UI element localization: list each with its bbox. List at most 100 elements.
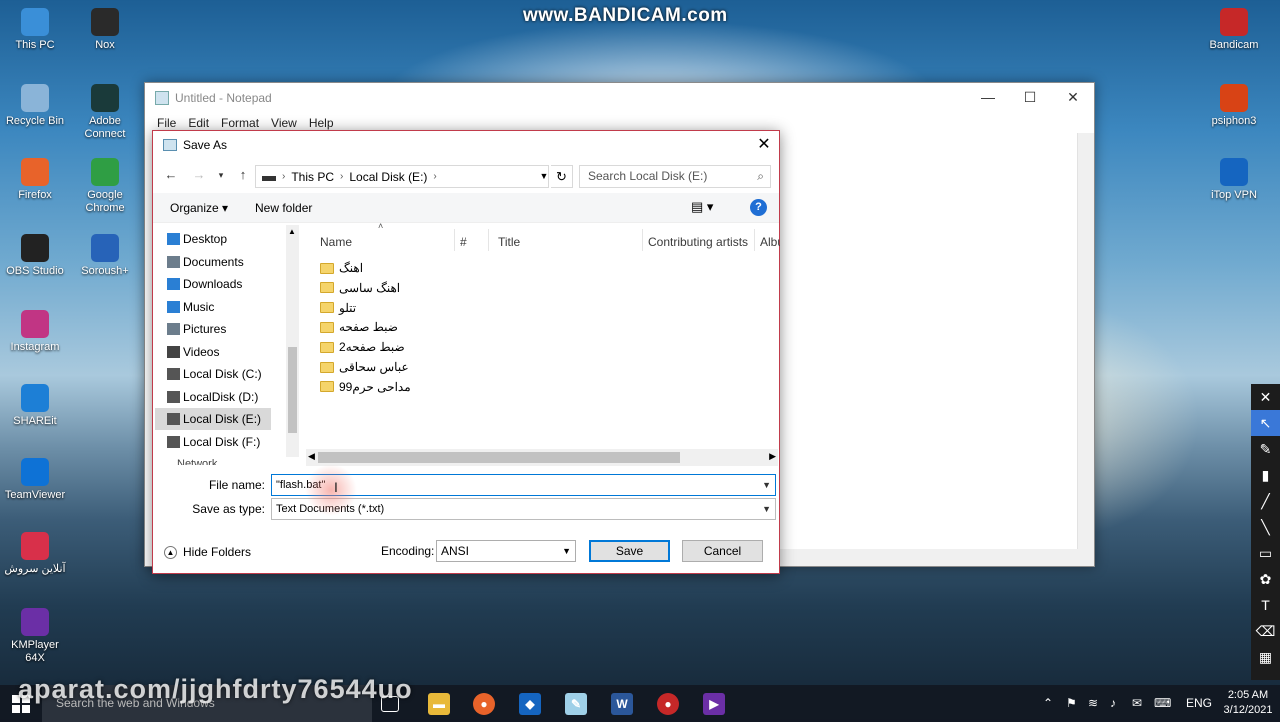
desktop-icon-11[interactable]: TeamViewer	[0, 458, 70, 502]
itop-vpn-icon[interactable]: ◆	[519, 693, 541, 715]
firefox-icon[interactable]: ●	[473, 693, 495, 715]
forward-arrow-icon[interactable]: →	[189, 167, 209, 182]
breadcrumb-this-pc[interactable]: This PC	[291, 170, 334, 184]
nav-item-7[interactable]: LocalDisk (D:)	[155, 386, 271, 408]
help-icon[interactable]: ?	[750, 199, 767, 216]
address-dropdown-icon[interactable]: ▼	[536, 165, 552, 188]
nav-scrollbar[interactable]: ▲	[286, 225, 299, 457]
desktop-icon-2[interactable]: Nox	[70, 8, 140, 52]
recent-locations-chevron-icon[interactable]: ▾	[211, 170, 231, 181]
list-item[interactable]: اهنگ ساسی	[320, 278, 400, 298]
list-item[interactable]: ضبط صفحه	[320, 317, 398, 337]
nav-item-9[interactable]: Local Disk (F:)	[155, 431, 271, 453]
chevron-down-icon[interactable]: ▼	[762, 499, 771, 519]
stamp-tool-icon[interactable]: ✿	[1251, 566, 1280, 592]
tray-overflow-chevron-icon[interactable]: ⌃	[1043, 685, 1053, 722]
language-indicator[interactable]: ENG	[1186, 685, 1212, 722]
list-item[interactable]: مداحی حرم99	[320, 377, 411, 397]
list-item[interactable]: عباس سحاقی	[320, 357, 409, 377]
column-album[interactable]: Albu	[760, 235, 780, 249]
line-tool-icon[interactable]: ╱	[1251, 488, 1280, 514]
menu-view[interactable]: View	[265, 116, 303, 130]
nav-scroll-thumb[interactable]	[288, 347, 297, 433]
desktop-icon-6[interactable]: Google Chrome	[70, 158, 140, 215]
nav-item-8[interactable]: Local Disk (E:)	[155, 408, 271, 430]
notepad-vertical-scrollbar[interactable]	[1077, 133, 1094, 549]
pointer-tool-icon[interactable]: ↖	[1251, 410, 1280, 436]
list-item[interactable]: اهنگ	[320, 258, 363, 278]
highlighter-tool-icon[interactable]: ▮	[1251, 462, 1280, 488]
back-arrow-icon[interactable]: ←	[161, 167, 181, 182]
nav-item-network-partial[interactable]: Network	[177, 459, 237, 465]
desktop-icon-9[interactable]: Instagram	[0, 310, 70, 354]
network-icon[interactable]: ⚑	[1066, 685, 1077, 722]
save-button[interactable]: Save	[589, 540, 670, 562]
message-icon[interactable]: ✉	[1132, 685, 1142, 722]
notepad-taskbar-icon[interactable]: ✎	[565, 693, 587, 715]
toolbar-close-icon[interactable]: ✕	[1251, 384, 1280, 410]
desktop-icon-13[interactable]: KMPlayer 64X	[0, 608, 70, 665]
nav-item-3[interactable]: Music	[155, 296, 271, 318]
desktop-icon-5[interactable]: Firefox	[0, 158, 70, 202]
file-explorer-icon[interactable]: ▬	[428, 693, 450, 715]
desktop-icon-10[interactable]: SHAREit	[0, 384, 70, 428]
nav-item-6[interactable]: Local Disk (C:)	[155, 363, 271, 385]
column-contributing-artists[interactable]: Contributing artists	[648, 235, 748, 249]
desktop-icon-7[interactable]: OBS Studio	[0, 234, 70, 278]
scroll-right-icon[interactable]: ▶	[769, 451, 776, 462]
desktop-icon-15[interactable]: psiphon3	[1199, 84, 1269, 128]
word-icon[interactable]: W	[611, 693, 633, 715]
list-item[interactable]: تتلو	[320, 298, 356, 318]
notepad-horizontal-scrollbar[interactable]	[780, 549, 1094, 566]
nav-item-4[interactable]: Pictures	[155, 318, 271, 340]
menu-help[interactable]: Help	[303, 116, 340, 130]
close-button[interactable]: ✕	[1050, 83, 1096, 113]
view-options-icon[interactable]: ▤ ▾	[691, 199, 713, 215]
desktop-icon-12[interactable]: آنلاین سروش	[0, 532, 70, 576]
search-input[interactable]: Search Local Disk (E:) ⌕	[579, 165, 771, 188]
menu-edit[interactable]: Edit	[182, 116, 215, 130]
column-divider[interactable]	[642, 229, 643, 251]
file-horizontal-scrollbar[interactable]: ◀ ▶	[306, 449, 778, 466]
desktop-icon-8[interactable]: Soroush+	[70, 234, 140, 278]
column-title[interactable]: Title	[498, 235, 520, 249]
file-scroll-thumb[interactable]	[318, 452, 680, 463]
refresh-icon[interactable]: ↻	[551, 165, 573, 188]
up-arrow-icon[interactable]: ↑	[233, 167, 253, 182]
desktop-icon-4[interactable]: Adobe Connect	[70, 84, 140, 141]
dialog-close-button[interactable]: ✕	[749, 131, 779, 159]
desktop-icon-3[interactable]: Recycle Bin	[0, 84, 70, 128]
column-divider[interactable]	[454, 229, 455, 251]
text-tool-icon[interactable]: T	[1251, 592, 1280, 618]
rectangle-tool-icon[interactable]: ▭	[1251, 540, 1280, 566]
wifi-icon[interactable]: ≋	[1088, 685, 1098, 722]
taskbar-clock[interactable]: 2:05 AM 3/12/2021	[1220, 688, 1276, 718]
column-divider[interactable]	[754, 229, 755, 251]
nav-item-2[interactable]: Downloads	[155, 273, 271, 295]
eraser-tool-icon[interactable]: ⌫	[1251, 618, 1280, 644]
maximize-button[interactable]: ☐	[1007, 83, 1053, 113]
address-bar[interactable]: › This PC › Local Disk (E:) ›	[255, 165, 549, 188]
chevron-down-icon[interactable]: ▼	[762, 475, 771, 495]
desktop-icon-14[interactable]: Bandicam	[1199, 8, 1269, 52]
bandicam-taskbar-icon[interactable]: ●	[657, 693, 679, 715]
volume-icon[interactable]: ♪	[1110, 685, 1116, 722]
new-folder-button[interactable]: New folder	[255, 201, 312, 215]
scroll-left-icon[interactable]: ◀	[308, 451, 315, 462]
encoding-select[interactable]: ANSI ▼	[436, 540, 576, 562]
kmplayer-taskbar-icon[interactable]: ▶	[703, 693, 725, 715]
cancel-button[interactable]: Cancel	[682, 540, 763, 562]
minimize-button[interactable]: —	[965, 83, 1011, 113]
breadcrumb-local-disk-e[interactable]: Local Disk (E:)	[349, 170, 427, 184]
nav-item-5[interactable]: Videos	[155, 341, 271, 363]
column-name[interactable]: Name	[320, 235, 352, 249]
desktop-icon-16[interactable]: iTop VPN	[1199, 158, 1269, 202]
nav-item-1[interactable]: Documents	[155, 251, 271, 273]
pen-tool-icon[interactable]: ✎	[1251, 436, 1280, 462]
organize-button[interactable]: Organize ▾	[170, 201, 228, 215]
list-item[interactable]: ضبط صفحه2	[320, 337, 405, 357]
keyboard-icon[interactable]: ⌨	[1154, 685, 1171, 722]
menu-format[interactable]: Format	[215, 116, 265, 130]
column-divider[interactable]	[488, 229, 489, 251]
nav-item-0[interactable]: Desktop	[155, 228, 271, 250]
